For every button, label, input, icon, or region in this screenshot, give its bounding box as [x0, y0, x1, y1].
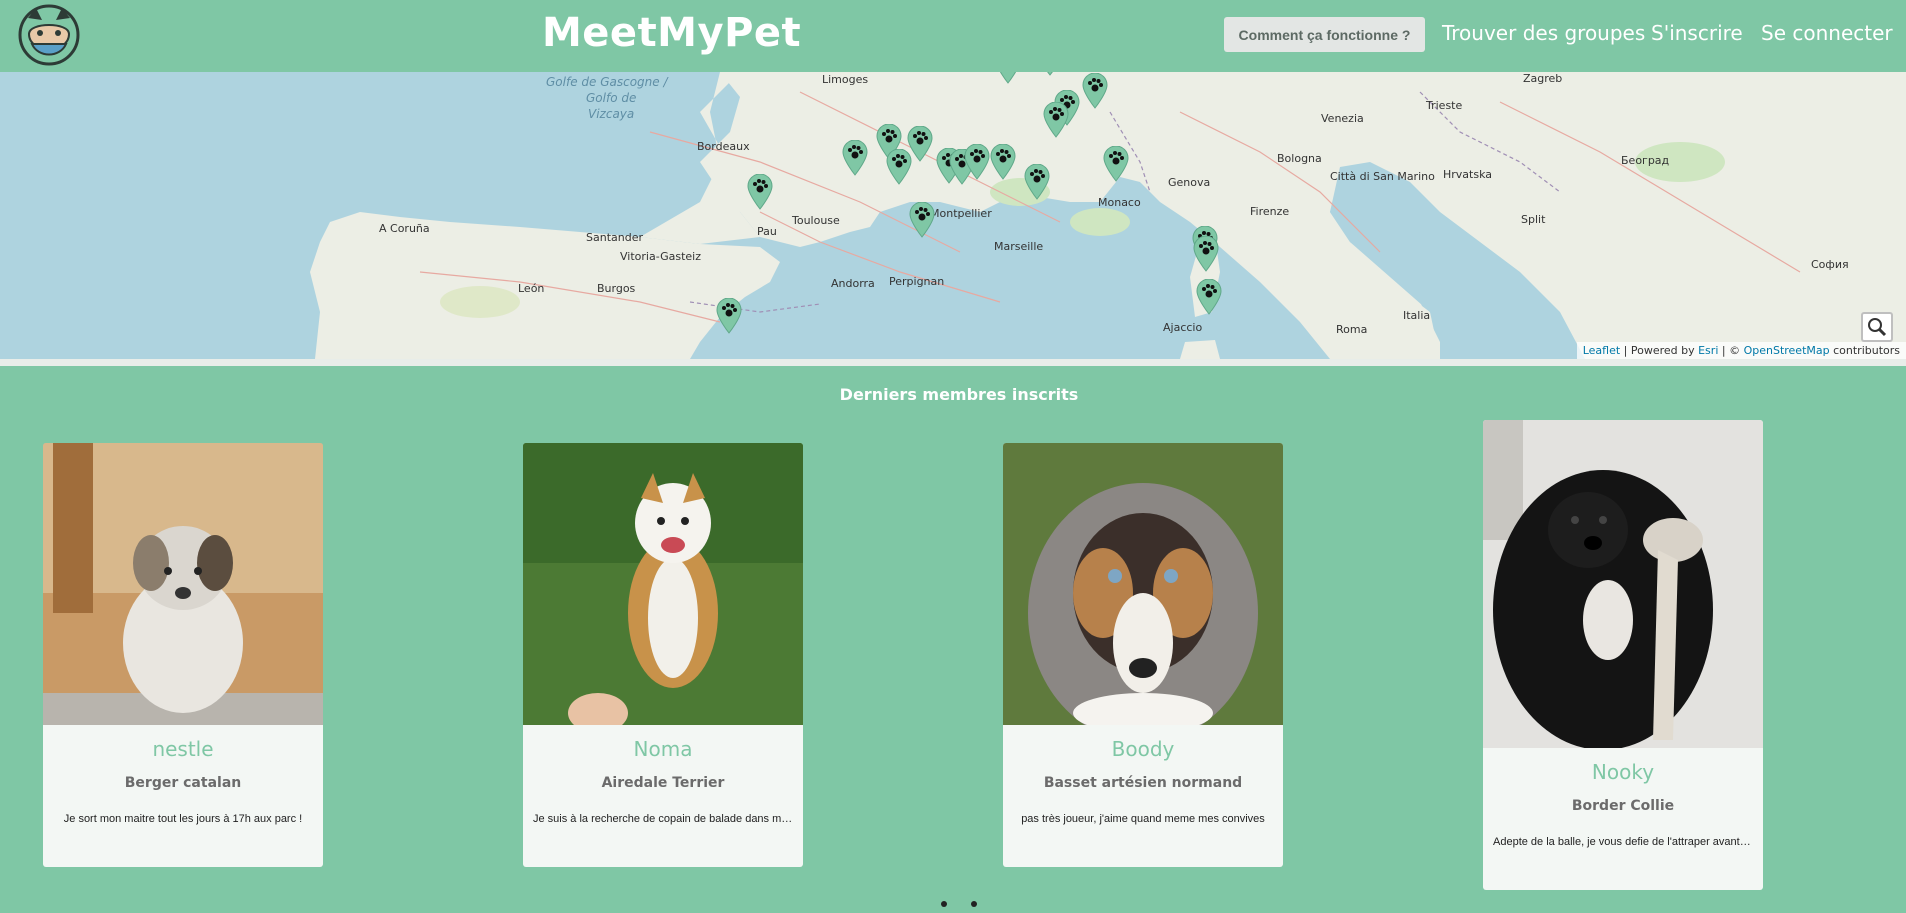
member-card[interactable]: nestle Berger catalan Je sort mon maitre…: [43, 443, 323, 867]
map-label-city: Firenze: [1250, 205, 1290, 218]
map-label-city: Roma: [1336, 323, 1368, 336]
map-label-city: Vitoria-Gasteiz: [620, 250, 701, 263]
pet-description: Je sort mon maitre tout les jours à 17h …: [63, 813, 303, 825]
map-label-city: Marseille: [994, 240, 1044, 253]
map-label-city: Ajaccio: [1163, 321, 1203, 334]
pet-photo: [1003, 443, 1283, 725]
pet-breed: Berger catalan: [124, 775, 242, 791]
header: MeetMyPet Comment ça fonctionne ? Trouve…: [0, 0, 1906, 72]
map-label-city: Perpignan: [889, 275, 945, 288]
how-it-works-button[interactable]: Comment ça fonctionne ?: [1224, 17, 1425, 52]
map-label-city: Italia: [1403, 309, 1431, 322]
attribution-sep: | ©: [1718, 344, 1744, 357]
attribution-contributors: contributors: [1829, 344, 1900, 357]
pet-name: Boody: [1111, 737, 1175, 761]
paw-marker-icon[interactable]: [1043, 102, 1069, 138]
logo-icon[interactable]: [18, 4, 80, 66]
paw-marker-icon[interactable]: [1193, 236, 1219, 272]
pet-name: Noma: [633, 737, 693, 761]
map-label-city: Santander: [586, 231, 643, 244]
esri-link[interactable]: Esri: [1698, 344, 1718, 357]
paw-marker-icon[interactable]: [990, 144, 1016, 180]
map-label-city: Split: [1521, 213, 1546, 226]
pet-description: pas très joueur, j'aime quand meme mes c…: [1021, 813, 1265, 825]
paw-marker-icon[interactable]: [964, 144, 990, 180]
map-search-button[interactable]: [1861, 312, 1893, 342]
carousel-dot-2[interactable]: [971, 901, 977, 907]
osm-link[interactable]: OpenStreetMap: [1744, 344, 1830, 357]
map-label-city: Andorra: [831, 277, 875, 290]
pet-photo: [1483, 420, 1763, 748]
map-label-city: Venezia: [1321, 112, 1364, 125]
search-icon: [1868, 318, 1887, 337]
map-label-city: Montpellier: [930, 207, 992, 220]
map-label-city: Limoges: [822, 73, 869, 86]
map-divider: [0, 359, 1906, 366]
map-label-city: Burgos: [597, 282, 636, 295]
paw-marker-icon[interactable]: [907, 126, 933, 162]
map-label-city: Zagreb: [1523, 72, 1563, 85]
brand-title[interactable]: MeetMyPet: [542, 10, 801, 56]
section-title: Derniers membres inscrits: [839, 385, 1079, 404]
paw-marker-icon[interactable]: [1024, 164, 1050, 200]
map-label-city: Città di San Marino: [1330, 170, 1435, 183]
paw-marker-icon[interactable]: [1037, 72, 1063, 76]
pet-breed: Border Collie: [1571, 798, 1675, 814]
pet-description: Adepte de la balle, je vous defie de l'a…: [1493, 836, 1761, 848]
map-label-city: A Coruña: [379, 222, 430, 235]
map-label-city: Genova: [1168, 176, 1211, 189]
map-label-city: Toulouse: [792, 214, 840, 227]
map-label-sea: Golfe de Gascogne /: [546, 75, 668, 89]
map[interactable]: Golfe de Gascogne / Golfo de Vizcaya Bor…: [0, 72, 1906, 359]
map-attribution: Leaflet | Powered by Esri | © OpenStreet…: [1576, 342, 1906, 359]
leaflet-link[interactable]: Leaflet: [1583, 344, 1620, 357]
map-label-city: Monaco: [1098, 196, 1141, 209]
paw-marker-icon[interactable]: [842, 140, 868, 176]
member-card[interactable]: Nooky Border Collie Adepte de la balle, …: [1483, 420, 1763, 890]
pet-breed: Airedale Terrier: [601, 775, 725, 791]
map-label-sea: Golfo de: [586, 91, 637, 105]
member-card[interactable]: Noma Airedale Terrier Je suis à la reche…: [523, 443, 803, 867]
pet-name: nestle: [152, 737, 214, 761]
login-link[interactable]: Se connecter: [1761, 21, 1893, 45]
pet-breed: Basset artésien normand: [1043, 775, 1243, 791]
member-card[interactable]: Boody Basset artésien normand pas très j…: [1003, 443, 1283, 867]
paw-marker-icon[interactable]: [995, 72, 1021, 84]
paw-marker-icon[interactable]: [909, 202, 935, 238]
map-label-city: Pau: [757, 225, 777, 238]
paw-marker-icon[interactable]: [747, 174, 773, 210]
paw-marker-icon[interactable]: [1082, 73, 1108, 109]
map-label-city: Bologna: [1277, 152, 1322, 165]
map-label-city: Bordeaux: [697, 140, 750, 153]
map-label-city: София: [1811, 258, 1849, 271]
map-label-city: Hrvatska: [1443, 168, 1493, 181]
find-groups-link[interactable]: Trouver des groupes: [1442, 21, 1645, 45]
pet-description: Je suis à la recherche de copain de bala…: [533, 813, 803, 825]
map-label-city: Trieste: [1426, 99, 1463, 112]
map-label-city: León: [518, 282, 545, 295]
map-label-sea: Vizcaya: [588, 107, 635, 121]
attribution-text: | Powered by: [1620, 344, 1699, 357]
paw-marker-icon[interactable]: [1196, 279, 1222, 315]
pet-photo: [523, 443, 803, 725]
pet-name: Nooky: [1591, 760, 1655, 784]
carousel-dot-1[interactable]: [941, 901, 947, 907]
signup-link[interactable]: S'inscrire: [1651, 21, 1743, 45]
paw-marker-icon[interactable]: [716, 298, 742, 334]
map-label-city: Београд: [1621, 154, 1670, 167]
pet-photo: [43, 443, 323, 725]
paw-marker-icon[interactable]: [1103, 146, 1129, 182]
